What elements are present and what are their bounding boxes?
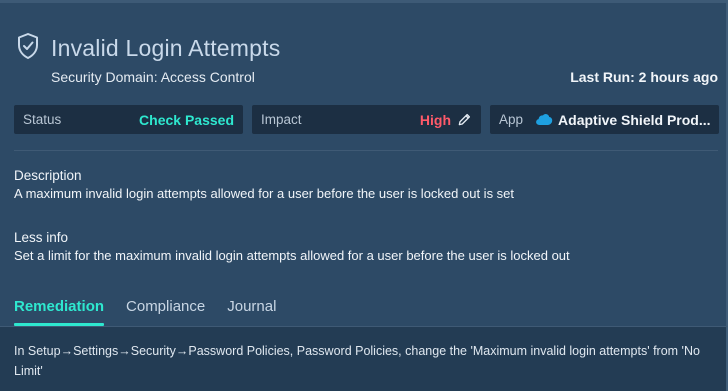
check-header: Invalid Login Attempts Security Domain: … bbox=[16, 32, 718, 88]
less-info-text: Set a limit for the maximum invalid logi… bbox=[14, 248, 570, 263]
status-card: Status Check Passed bbox=[14, 105, 243, 134]
salesforce-cloud-icon bbox=[535, 113, 553, 126]
description-heading: Description bbox=[14, 168, 82, 183]
app-card[interactable]: App Adaptive Shield Prod... bbox=[490, 105, 719, 134]
less-info-section: Less info Set a limit for the maximum in… bbox=[14, 230, 714, 263]
shield-check-icon bbox=[16, 32, 51, 65]
security-domain: Security Domain: Access Control bbox=[51, 69, 255, 85]
tab-journal[interactable]: Journal bbox=[227, 298, 276, 326]
remediation-text: In Setup→Settings→Security→Password Poli… bbox=[14, 344, 700, 378]
impact-card: Impact High bbox=[252, 105, 481, 134]
detail-tabs: Remediation Compliance Journal bbox=[14, 298, 298, 326]
impact-value: High bbox=[419, 111, 451, 128]
status-label: Status bbox=[23, 112, 62, 127]
app-value-group: Adaptive Shield Prod... bbox=[535, 112, 710, 128]
tab-compliance[interactable]: Compliance bbox=[126, 298, 205, 326]
impact-label: Impact bbox=[261, 112, 302, 127]
less-info-heading: Less info bbox=[14, 230, 69, 245]
tab-remediation[interactable]: Remediation bbox=[14, 298, 105, 326]
top-edge bbox=[0, 0, 728, 3]
impact-value-group: High bbox=[420, 112, 472, 128]
last-run: Last Run: 2 hours ago bbox=[570, 69, 718, 85]
app-label: App bbox=[499, 112, 524, 127]
description-text: A maximum invalid login attempts allowed… bbox=[14, 186, 515, 201]
edit-pencil-icon[interactable] bbox=[457, 112, 472, 127]
remediation-panel: In Setup→Settings→Security→Password Poli… bbox=[0, 327, 726, 391]
status-value: Check Passed bbox=[139, 111, 234, 128]
page-title: Invalid Login Attempts bbox=[51, 35, 281, 61]
description-section: Description A maximum invalid login atte… bbox=[14, 168, 714, 201]
app-value: Adaptive Shield Prod... bbox=[558, 111, 710, 128]
section-divider bbox=[14, 150, 718, 151]
